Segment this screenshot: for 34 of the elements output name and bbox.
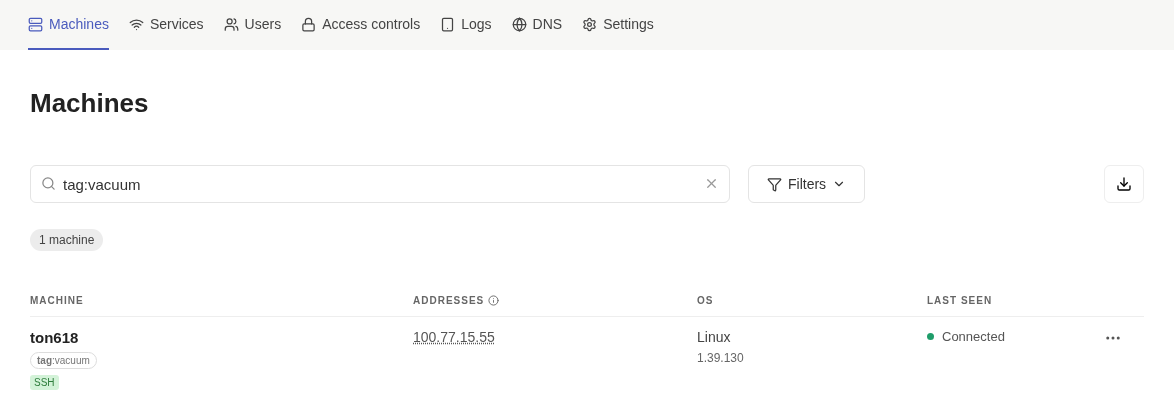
column-header: MACHINE bbox=[30, 295, 84, 306]
page-title: Machines bbox=[30, 88, 150, 119]
info-icon[interactable] bbox=[488, 295, 500, 306]
nav-tab[interactable]: Machines bbox=[28, 0, 109, 50]
lock-icon bbox=[301, 16, 317, 32]
os-version: 1.39.130 bbox=[697, 351, 744, 365]
nav-tab[interactable]: Users bbox=[223, 0, 282, 50]
search-icon bbox=[41, 176, 56, 191]
ssh-tag: SSH bbox=[30, 375, 59, 390]
download-icon bbox=[1116, 176, 1132, 192]
status-text: Connected bbox=[942, 329, 1005, 344]
wifi-icon bbox=[128, 16, 144, 32]
ip-address[interactable]: 100.77.15.55 bbox=[413, 329, 495, 345]
nav-tab[interactable]: DNS bbox=[511, 0, 563, 50]
column-header: ADDRESSES bbox=[413, 295, 485, 306]
machine-name[interactable]: ton618 bbox=[30, 329, 79, 346]
download-button[interactable] bbox=[1104, 165, 1144, 203]
nav-tab[interactable]: Settings bbox=[582, 0, 654, 50]
search-field[interactable]: tag:vacuum bbox=[30, 165, 730, 203]
nav-tab[interactable]: Logs bbox=[440, 0, 492, 50]
nav-tab[interactable]: Access controls bbox=[301, 0, 421, 50]
machine-count: 1 machine bbox=[30, 229, 104, 251]
column-header: OS bbox=[697, 295, 714, 306]
funnel-icon bbox=[767, 176, 782, 192]
os-name: Linux bbox=[697, 329, 731, 345]
close-icon[interactable] bbox=[704, 176, 719, 191]
tablet-icon bbox=[440, 16, 456, 32]
nav-tab[interactable]: Services bbox=[128, 0, 204, 50]
globe-icon bbox=[511, 16, 527, 32]
users-icon bbox=[223, 16, 239, 32]
column-header: LAST SEEN bbox=[927, 295, 993, 306]
filters-button[interactable]: Filters bbox=[748, 165, 866, 203]
server-icon bbox=[28, 16, 43, 32]
settings-icon bbox=[582, 16, 598, 32]
